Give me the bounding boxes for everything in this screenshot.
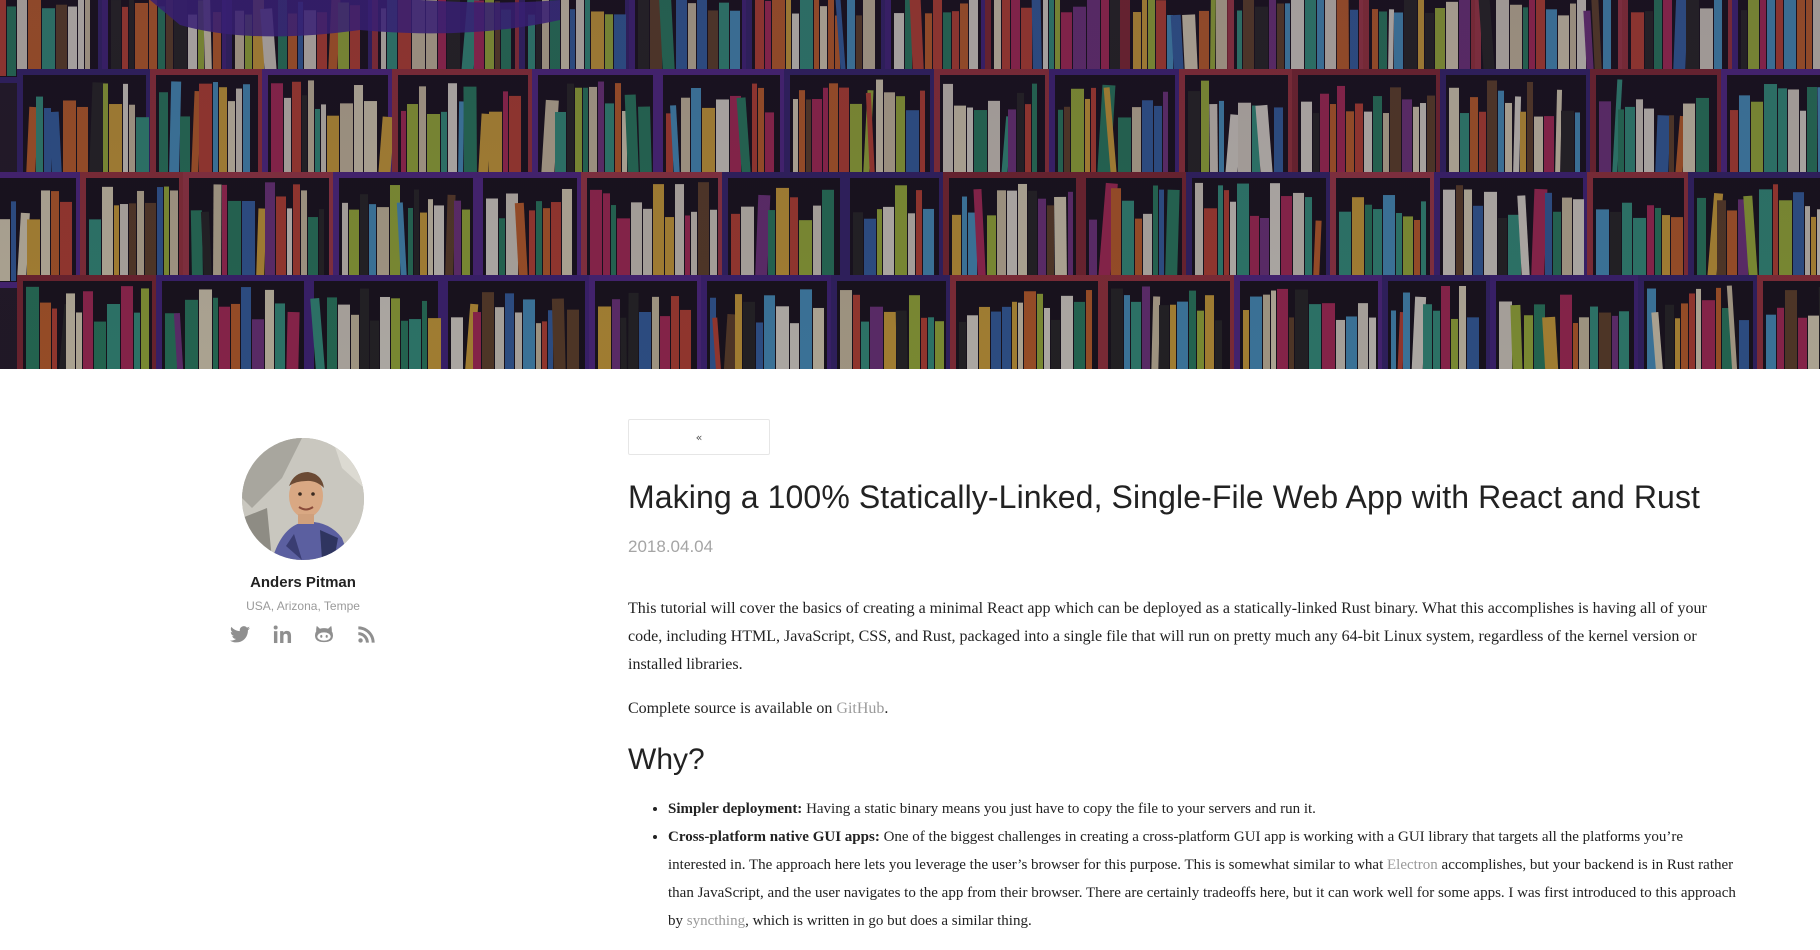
rss-icon	[357, 625, 375, 643]
author-location: USA, Arizona, Tempe	[246, 599, 360, 613]
twitter-link[interactable]	[229, 623, 251, 645]
source-suffix: .	[884, 700, 889, 717]
main-content: « Making a 100% Statically-Linked, Singl…	[628, 419, 1738, 935]
reason-label: Cross-platform native GUI apps:	[668, 829, 880, 845]
author-avatar[interactable]	[242, 438, 364, 560]
reason-text: Having a static binary means you just ha…	[802, 801, 1316, 817]
post-date: 2018.04.04	[628, 537, 714, 556]
reason-label: Simpler deployment:	[668, 801, 803, 817]
hero-banner	[0, 0, 1820, 369]
linkedin-icon	[273, 624, 291, 643]
intro-paragraph: This tutorial will cover the basics of c…	[628, 600, 1707, 673]
rss-link[interactable]	[355, 623, 377, 645]
back-button[interactable]: «	[628, 419, 770, 455]
source-paragraph: Complete source is available on GitHub.	[628, 695, 1738, 723]
linkedin-link[interactable]	[271, 623, 293, 645]
list-item: Simpler deployment: Having a static bina…	[668, 795, 1738, 823]
github-icon	[315, 625, 333, 643]
avatar-photo	[242, 438, 364, 560]
post-body: This tutorial will cover the basics of c…	[628, 595, 1738, 935]
twitter-icon	[230, 625, 250, 642]
why-heading: Why?	[628, 743, 705, 776]
source-text: Complete source is available on	[628, 700, 837, 717]
social-links	[203, 623, 403, 645]
syncthing-link[interactable]: syncthing	[687, 913, 745, 929]
bookshelf-image	[0, 0, 1820, 369]
post-title: Making a 100% Statically-Linked, Single-…	[628, 479, 1701, 515]
github-link[interactable]	[313, 623, 335, 645]
reasons-list: Simpler deployment: Having a static bina…	[628, 795, 1738, 935]
author-name: Anders Pitman	[250, 574, 356, 591]
electron-link[interactable]: Electron	[1387, 857, 1438, 873]
github-source-link[interactable]: GitHub	[836, 700, 884, 717]
author-profile: Anders Pitman USA, Arizona, Tempe	[203, 438, 403, 645]
reason-text: , which is written in go but does a simi…	[745, 913, 1032, 929]
list-item: Cross-platform native GUI apps: One of t…	[668, 823, 1738, 935]
